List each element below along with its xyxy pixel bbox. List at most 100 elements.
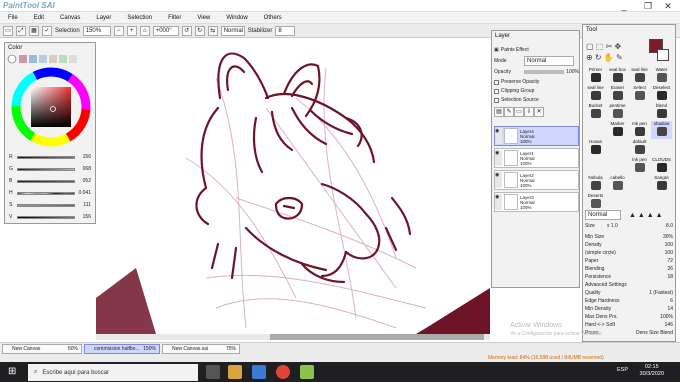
deselect-icon[interactable]: ▭	[3, 25, 13, 36]
layer-item[interactable]: ◉ Layer4 Normal 100%	[494, 126, 579, 146]
tab-new-canvas-sai[interactable]: New Canvas.sai 75%	[162, 344, 240, 354]
brush-slot[interactable]: Deserts	[585, 193, 606, 211]
blend-mode-select[interactable]: Normal	[220, 25, 245, 36]
brush-slot[interactable]: seal box	[607, 67, 628, 85]
tool-property-row[interactable]: Edge Hardness 6	[585, 297, 675, 305]
brush-slot[interactable]: Bucket	[585, 103, 606, 121]
layer-item[interactable]: ◉ Layer1 Normal 100%	[494, 148, 579, 168]
brush-slot[interactable]: seal line	[629, 67, 650, 85]
windows-start-icon[interactable]: ⊞	[8, 366, 16, 377]
language-indicator[interactable]: ESP	[617, 367, 628, 374]
tool-property-row[interactable]: Density 100	[585, 241, 675, 249]
opacity-slider[interactable]	[524, 70, 564, 74]
brush-slot[interactable]: seal line	[585, 85, 606, 103]
brush-slot[interactable]	[585, 157, 606, 175]
brush-slot[interactable]: cabello	[607, 175, 628, 193]
color-mode-icons[interactable]	[7, 53, 95, 65]
menu-layer[interactable]: Layer	[88, 15, 119, 21]
eye-icon[interactable]: ◉	[495, 194, 502, 210]
brush-slot[interactable]: Marker	[607, 121, 628, 139]
eye-icon[interactable]: ◉	[495, 128, 502, 144]
slider-s[interactable]: S 111	[9, 201, 95, 209]
tab-new-canvas[interactable]: New Canvas 50%	[2, 344, 82, 354]
tool-property-row[interactable]: Blending 26	[585, 265, 675, 273]
brush-slot[interactable]	[629, 103, 650, 121]
size-row[interactable]: Size x 1.0 8.0	[585, 222, 675, 230]
menu-edit[interactable]: Edit	[26, 15, 52, 21]
menu-selection[interactable]: Selection	[119, 15, 160, 21]
color-wheel[interactable]	[11, 67, 91, 147]
tool-property-row[interactable]: Quality 1 (Fastest)	[585, 289, 675, 297]
tool-property-row[interactable]: Max Dens Prs. 100%	[585, 313, 675, 321]
zoom-reset-icon[interactable]: ⌂	[139, 25, 150, 36]
hide-selection-icon[interactable]: ▦	[29, 25, 39, 36]
brush-slot[interactable]	[651, 193, 672, 211]
rotation-field[interactable]: +000°	[152, 25, 179, 36]
canvas-area[interactable]	[96, 38, 490, 334]
merge-down-icon[interactable]: ⇩	[524, 107, 534, 117]
brush-slot[interactable]: blend	[651, 103, 672, 121]
selection-source-check[interactable]: Selection Source	[494, 95, 579, 105]
slider-b[interactable]: B 052	[9, 177, 95, 185]
brush-slot[interactable]: Nebula	[585, 175, 606, 193]
brush-slot[interactable]: Deselect	[651, 85, 672, 103]
brush-slot[interactable]: dafault	[629, 139, 650, 157]
paint-effect-toggle[interactable]: ▣ Paints Effect	[494, 45, 579, 55]
tool-blend-select[interactable]: Normal	[585, 210, 621, 220]
zoom-field[interactable]: 150%	[82, 25, 111, 36]
brush-slot[interactable]	[607, 139, 628, 157]
brush-slot[interactable]	[585, 121, 606, 139]
menu-canvas[interactable]: Canvas	[52, 15, 88, 21]
slider-v[interactable]: V 156	[9, 213, 95, 221]
tool-property-row[interactable]: Paper 72	[585, 257, 675, 265]
brush-slot[interactable]: Ink pen	[629, 157, 650, 175]
menu-filter[interactable]: Filter	[160, 15, 189, 21]
tool-property-row[interactable]: Min Density 14	[585, 305, 675, 313]
stabilizer-select[interactable]: 8	[275, 25, 296, 36]
eye-icon[interactable]: ◉	[495, 150, 502, 166]
delete-layer-icon[interactable]: ✕	[534, 107, 544, 117]
brush-slot[interactable]	[651, 139, 672, 157]
tool-property-row[interactable]: Advanced Settings	[585, 281, 675, 289]
flip-icon[interactable]: ⇆	[207, 25, 218, 36]
brush-shape-icons[interactable]: ▲ ▲ ▲ ▲	[629, 212, 663, 219]
new-linework-icon[interactable]: ✎	[504, 107, 514, 117]
zoom-out-icon[interactable]: −	[113, 25, 124, 36]
tool-property-row[interactable]: Min Size 30%	[585, 233, 675, 241]
scrollbar-thumb[interactable]	[270, 334, 484, 340]
brush-slot[interactable]: CLOUDS	[651, 157, 672, 175]
tool-property-row[interactable]: (simple circle) 100	[585, 249, 675, 257]
task-view-icon[interactable]	[206, 365, 220, 379]
secondary-color-swatch[interactable]	[657, 49, 669, 61]
brush-slot[interactable]	[629, 175, 650, 193]
brush-slot[interactable]	[629, 193, 650, 211]
slider-g[interactable]: G 068	[9, 165, 95, 173]
brush-slot[interactable]: pentime	[607, 103, 628, 121]
menu-view[interactable]: View	[189, 15, 218, 21]
menu-window[interactable]: Window	[218, 15, 255, 21]
opacity-row[interactable]: Opacity 100%	[494, 67, 579, 77]
eye-icon[interactable]: ◉	[495, 172, 502, 188]
taskbar-search[interactable]: ⌕ Escribe aquí para buscar	[28, 364, 198, 381]
mail-icon[interactable]	[252, 365, 266, 379]
file-explorer-icon[interactable]	[228, 365, 242, 379]
brush-slot[interactable]: Sangre	[651, 175, 672, 193]
new-layer-icon[interactable]: ▤	[494, 107, 504, 117]
brush-slot[interactable]	[607, 157, 628, 175]
brush-slot[interactable]: Hosas	[585, 139, 606, 157]
rotate-right-icon[interactable]: ↻	[194, 25, 205, 36]
slider-h[interactable]: H 0.041	[9, 189, 95, 197]
close-icon[interactable]: ✕	[656, 0, 680, 12]
brush-slot[interactable]: Primer	[585, 67, 606, 85]
new-folder-icon[interactable]: ▭	[514, 107, 524, 117]
selection-checkbox[interactable]: ✓	[42, 25, 52, 36]
layer-item[interactable]: ◉ Layer2 Normal 100%	[494, 170, 579, 190]
layer-mode-select[interactable]: Normal	[524, 56, 574, 66]
brush-slot[interactable]	[607, 193, 628, 211]
brush-slot[interactable]: shadow	[651, 121, 672, 139]
slider-r[interactable]: R 156	[9, 153, 95, 161]
painttool-sai-icon[interactable]	[300, 365, 314, 379]
brush-slot[interactable]: Select	[629, 85, 650, 103]
transform-icon[interactable]: ⤢	[16, 25, 26, 36]
brush-slot[interactable]: Water	[651, 67, 672, 85]
